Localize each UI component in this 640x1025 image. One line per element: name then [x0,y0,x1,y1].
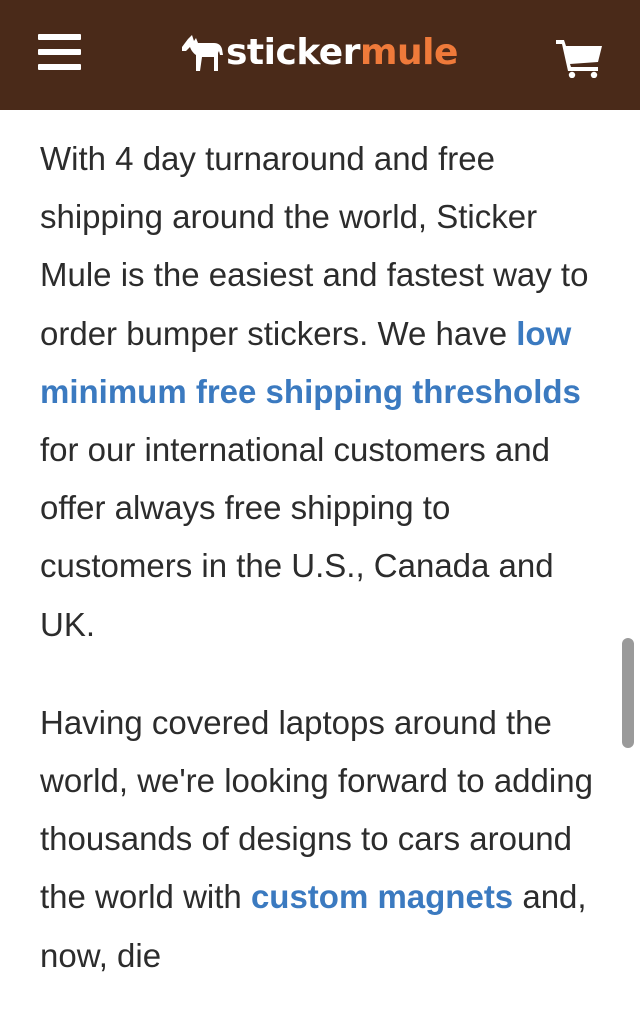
hamburger-menu-icon[interactable] [38,34,82,72]
paragraph-text: With 4 day turnaround and free shipping … [40,140,589,352]
vertical-scrollbar[interactable] [622,638,634,748]
paragraph-laptops: Having covered laptops around the world,… [40,694,610,985]
brand-text-sticker: sticker [226,32,360,73]
article-body: With 4 day turnaround and free shipping … [40,130,610,1025]
paragraph-text: for our international customers and offe… [40,431,554,643]
brand-text-mule: mule [359,32,458,73]
paragraph-shipping: With 4 day turnaround and free shipping … [40,130,610,654]
top-nav-bar: stickermule [0,0,640,110]
brand-logo[interactable]: stickermule [180,28,458,78]
custom-magnets-link[interactable]: custom magnets [251,878,513,915]
brand-wordmark: stickermule [226,35,458,71]
shopping-cart-icon[interactable] [556,38,604,78]
mule-logo-icon [182,35,223,71]
